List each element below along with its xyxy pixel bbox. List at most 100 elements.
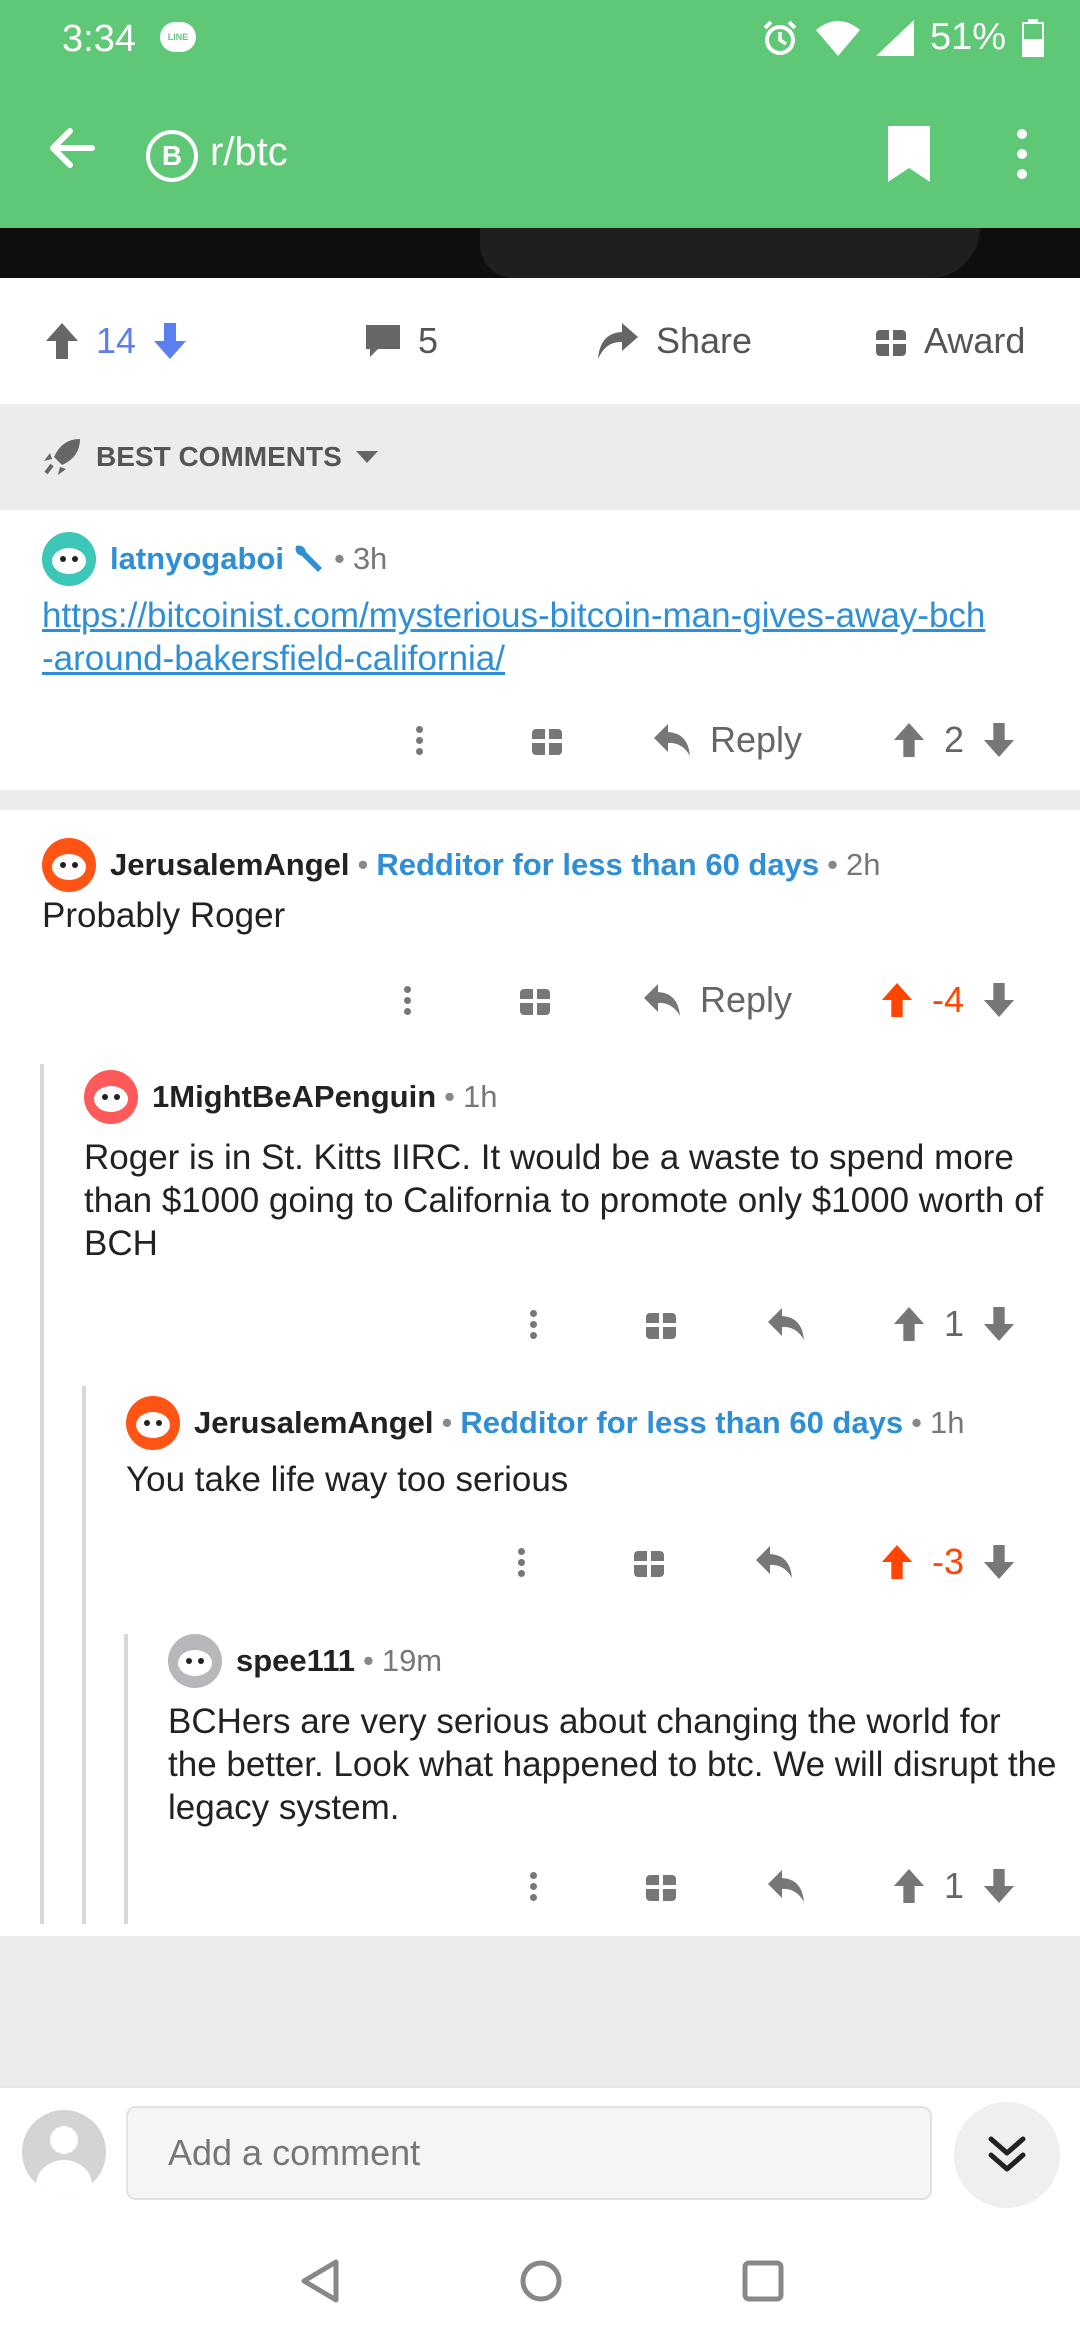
add-comment-input[interactable]: Add a comment [126,2106,932,2200]
system-nav-bar [0,2216,1080,2340]
upvote-arrow-icon[interactable] [44,321,80,361]
battery-percent: 51% [929,16,1006,58]
comment-link-line-2[interactable]: -around-bakersfield-california/ [42,639,505,678]
avatar[interactable] [126,1396,180,1450]
comment-composer: Add a comment [0,2086,1080,2216]
reply-header: spee111 • 19m [168,1634,442,1688]
signal-icon [875,19,914,56]
reply-button[interactable] [766,1856,806,1916]
comment-vote-group: 2 [892,710,1016,770]
avatar[interactable] [168,1634,222,1688]
comment-time: 3h [352,541,388,576]
comment-author[interactable]: JerusalemAngel [194,1405,434,1441]
more-options-icon[interactable] [416,710,428,770]
downvote-arrow-icon[interactable] [152,321,188,361]
line-notification-icon: LINE [160,22,196,52]
award-gift-icon[interactable] [644,1294,678,1354]
alarm-icon [763,20,797,55]
reply-label: Reply [700,979,793,1020]
award-gift-icon[interactable] [518,970,552,1030]
comment-body: BCHers are very serious about changing t… [168,1702,1057,1827]
back-arrow-icon[interactable] [42,118,102,178]
upvote-arrow-icon[interactable] [880,981,914,1019]
award-button[interactable]: Award [874,278,1025,404]
bookmark-icon[interactable] [884,124,934,184]
comment-controls: Reply 2 [0,710,1080,770]
status-time: 3:34 [62,18,136,60]
comment-author[interactable]: spee111 [236,1643,355,1679]
thread-line-depth-1[interactable] [40,1064,44,1924]
nav-back-icon[interactable] [296,2256,346,2306]
comment-time: 1h [929,1405,965,1440]
reply-button[interactable] [754,1532,794,1592]
comment-vote-group: 1 [892,1856,1016,1916]
reddit-post-screen: 3:34 LINE 51% B r/btc 14 5 Share Award B… [0,0,1080,2340]
comment-link-line-1[interactable]: https://bitcoinist.com/mysterious-bitcoi… [42,596,985,635]
reply-arrow-icon [644,984,680,1016]
avatar[interactable] [42,532,96,586]
award-gift-icon[interactable] [632,1532,666,1592]
bitcoin-letter: B [161,140,183,171]
downvote-arrow-icon[interactable] [982,981,1016,1019]
separator-dot: • [911,1405,922,1440]
list-end-area [0,1936,1080,2086]
downvote-arrow-icon[interactable] [982,1867,1016,1905]
user-flair: Redditor for less than 60 days [376,847,820,882]
upvote-arrow-icon[interactable] [892,1867,926,1905]
avatar[interactable] [84,1070,138,1124]
separator-dot: • [333,541,345,576]
separator-dot: • [444,1079,456,1114]
comment-author[interactable]: 1MightBeAPenguin [152,1079,436,1115]
upvote-arrow-icon[interactable] [892,1305,926,1343]
caret-down-icon [355,451,378,463]
comment-time: 19m [381,1643,443,1678]
share-button[interactable]: Share [596,278,752,404]
comment-score: 1 [944,1303,965,1344]
upvote-arrow-icon[interactable] [880,1543,914,1581]
comment-sort-bar[interactable]: BEST COMMENTS [0,404,1080,510]
upvote-arrow-icon[interactable] [892,721,926,759]
award-gift-icon[interactable] [644,1856,678,1916]
separator-dot: • [357,847,369,882]
comment-score: -3 [932,1541,965,1582]
more-options-icon[interactable] [530,1856,542,1916]
post-action-row: 14 5 Share Award [0,278,1080,404]
subreddit-icon[interactable]: B [146,130,198,182]
downvote-arrow-icon[interactable] [982,1305,1016,1343]
comment-vote-group: -4 [880,970,1016,1030]
more-options-icon[interactable] [518,1532,530,1592]
comment-time: 2h [845,847,881,882]
downvote-arrow-icon[interactable] [982,721,1016,759]
comment-header: latnyogaboi • 3h [42,532,387,586]
downvote-arrow-icon[interactable] [982,1543,1016,1581]
image-silhouette [480,228,980,278]
reply-button[interactable] [766,1294,806,1354]
user-avatar[interactable] [22,2110,106,2194]
comment-author[interactable]: latnyogaboi [110,541,284,577]
reply-arrow-icon [654,724,690,756]
subreddit-name[interactable]: r/btc [210,130,288,175]
status-bar: 3:34 LINE 51% [0,0,1080,80]
comment-time: 1h [463,1079,498,1114]
user-flair: Redditor for less than 60 days [460,1405,904,1440]
avatar[interactable] [42,838,96,892]
more-options-icon[interactable] [530,1294,542,1354]
award-gift-icon[interactable] [530,710,564,770]
reply-header: 1MightBeAPenguin • 1h [84,1070,498,1124]
comment-vote-group: -3 [880,1532,1016,1592]
reply-button[interactable]: Reply [652,710,802,770]
reply-arrow-icon [768,1870,804,1902]
nav-home-icon[interactable] [516,2256,566,2306]
nav-recents-icon[interactable] [738,2256,788,2306]
collapse-comments-button[interactable] [954,2102,1060,2208]
more-options-icon[interactable] [404,970,416,1030]
comment-controls: Reply -4 [0,970,1080,1030]
reply-header: JerusalemAngel • Redditor for less than … [126,1396,964,1450]
share-arrow-icon [598,323,638,359]
thread-line-depth-2[interactable] [82,1386,86,1924]
post-comments-button[interactable]: 5 [364,278,438,404]
comment-author[interactable]: JerusalemAngel [110,847,350,883]
post-image-bottom[interactable] [0,228,1080,278]
overflow-menu-icon[interactable] [1000,124,1044,184]
reply-button[interactable]: Reply [642,970,792,1030]
